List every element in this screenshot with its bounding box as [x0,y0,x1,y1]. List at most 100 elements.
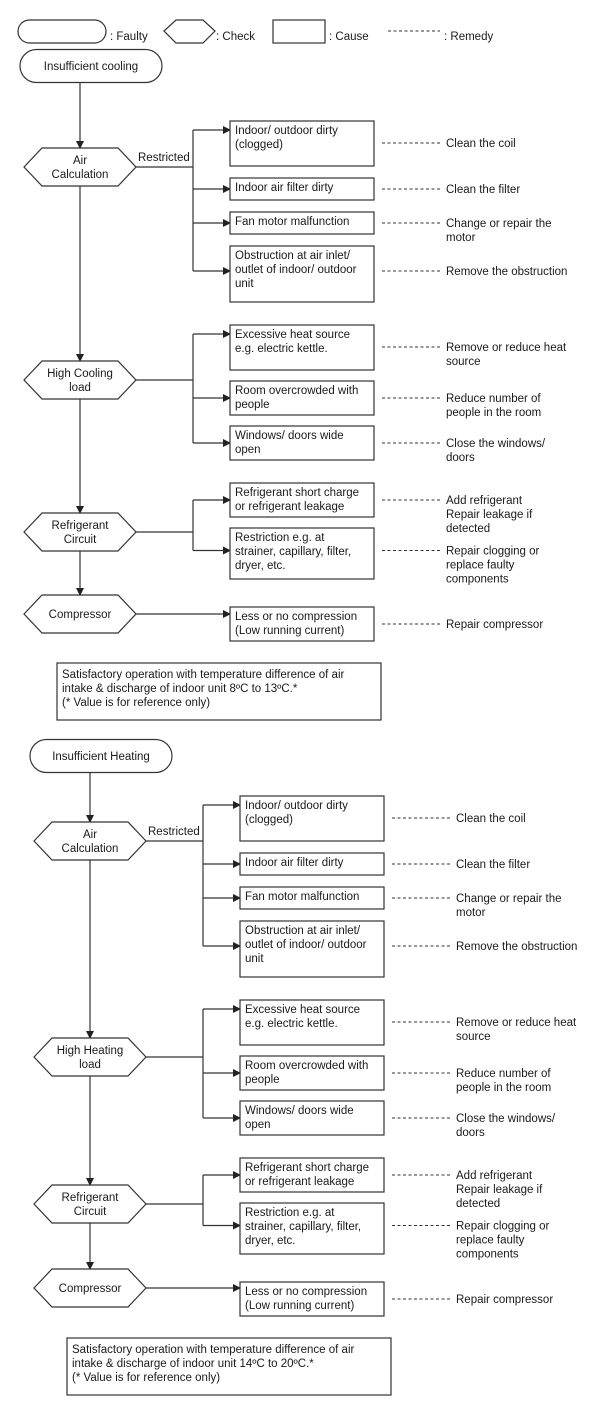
check-label: load [79,1059,101,1071]
cause-row: Room overcrowded with people Reduce number… [239,1055,551,1094]
cause-row: Windows/ doors wide open Close the windows… [239,1100,556,1139]
fault-label: Insufficient Heating [52,751,150,763]
cause-row: Restriction e.g. at strainer, capillary, … [239,1202,550,1261]
cause-row: Refrigerant short charge or refrigerant l… [239,1157,543,1210]
check-label: Calculation [52,169,109,181]
cause-text: Obstruction at air inlet/ [235,250,351,262]
cause-text: Refrigerant short charge [235,487,359,499]
cause-row: Indoor air filter dirty Clean the filter [239,852,530,876]
remedy-text: Clean the filter [456,859,530,871]
cause-text: (Low running current) [235,625,344,637]
cause-row: Fan motor malfunction Change or repair th… [229,211,551,244]
remedy-text: Repair clogging or [456,1221,550,1233]
cause-text: unit [235,278,254,290]
branch-label: Restricted [138,152,190,164]
cause-text: Excessive heat source [245,1004,360,1016]
cause-text: or refrigerant leakage [235,501,344,513]
check-label: Circuit [64,534,97,546]
cause-row: Obstruction at air inlet/outlet of indoo… [229,245,567,303]
cause-text: outlet of indoor/ outdoor [235,264,357,276]
cause-text: e.g. electric kettle. [235,343,328,355]
legend: : Faulty : Check : Cause : Remedy [17,19,493,44]
cause-text: (clogged) [235,139,283,151]
remedy-text: Repair compressor [456,1294,553,1306]
cause-text: people [235,399,270,411]
remedy-text: Close the windows/ [456,1113,556,1125]
cause-text: Less or no compression [245,1286,367,1298]
remedy-text: motor [456,907,486,919]
flow-sections: Insufficient cooling Air Calculation Restri… [19,48,577,1396]
remedy-text: Remove the obstruction [456,941,577,953]
remedy-text: Repair leakage if [456,1184,543,1196]
branch-label: Restricted [148,826,200,838]
cause-row: Indoor air filter dirty Clean the filter [229,177,520,201]
check-label: Refrigerant [62,1192,120,1204]
legend-cause-shape [272,19,326,44]
section-heating: Insufficient Heating Air Calculation Restri… [29,738,577,1396]
check-label: High Heating [57,1045,123,1057]
cause-text: strainer, capillary, filter, [235,546,351,558]
cause-text: Restriction e.g. at [235,532,325,544]
remedy-text: Add refrigerant [456,1170,533,1182]
cause-row: Windows/ doors wide open Close the windows… [229,425,546,464]
cause-text: Windows/ doors wide [235,430,344,442]
remedy-text: Clean the coil [456,813,526,825]
remedy-text: people in the room [456,1082,551,1094]
check-label: Calculation [62,843,119,855]
cause-text: open [245,1119,271,1131]
remedy-text: Repair leakage if [446,509,533,521]
check-label: Air [83,829,97,841]
check-label: Air [73,155,87,167]
note-text: (* Value is for reference only) [72,1372,220,1384]
cause-row: Less or no compression (Low running curre… [229,606,543,642]
remedy-text: detected [446,523,490,535]
cause-row: Restriction e.g. at strainer, capillary, … [229,527,540,586]
note-text: Satisfactory operation with temperature … [62,669,344,681]
note-text: (* Value is for reference only) [62,697,210,709]
cause-text: Indoor air filter dirty [235,182,334,194]
remedy-text: doors [446,452,475,464]
remedy-text: doors [456,1127,485,1139]
remedy-text: Add refrigerant [446,495,523,507]
cause-text: dryer, etc. [245,1235,296,1247]
cause-text: or refrigerant leakage [245,1176,354,1188]
remedy-text: Close the windows/ [446,438,546,450]
remedy-text: Repair compressor [446,619,543,631]
note-text: intake & discharge of indoor unit 14ºC t… [72,1358,314,1370]
cause-text: Windows/ doors wide [245,1105,354,1117]
legend-remedy-label: : Remedy [444,31,493,43]
cause-text: unit [245,953,264,965]
remedy-text: Remove the obstruction [446,266,567,278]
cause-text: Restriction e.g. at [245,1207,335,1219]
remedy-text: Change or repair the [456,893,561,905]
cause-text: Room overcrowded with [235,385,358,397]
remedy-text: people in the room [446,407,541,419]
legend-cause-label: : Cause [329,31,369,43]
troubleshooting-flowchart: : Faulty : Check : Cause : Remedy Insuff… [17,19,577,1396]
cause-text: outlet of indoor/ outdoor [245,939,367,951]
remedy-text: source [456,1031,491,1043]
remedy-text: detected [456,1198,500,1210]
cause-row: Indoor/ outdoor dirty (clogged) Clean the … [229,120,516,167]
remedy-text: source [446,356,481,368]
remedy-text: Reduce number of [456,1068,551,1080]
cause-text: dryer, etc. [235,560,286,572]
cause-text: people [245,1074,280,1086]
cause-row: Room overcrowded with people Reduce number… [229,380,541,419]
cause-text: open [235,444,261,456]
cause-text: Indoor air filter dirty [245,857,344,869]
check-label: High Cooling [47,368,113,380]
check-label: Circuit [74,1206,107,1218]
check-label: Compressor [49,609,112,621]
cause-row: Indoor/ outdoor dirty (clogged) Clean the … [239,795,526,842]
note-text: Satisfactory operation with temperature … [72,1344,354,1356]
remedy-text: Remove or reduce heat [446,342,567,354]
cause-row: Excessive heat source e.g. electric kettl… [229,324,567,371]
remedy-text: Repair clogging or [446,546,540,558]
cause-text: Obstruction at air inlet/ [245,925,361,937]
cause-row: Less or no compression (Low running curre… [239,1281,553,1317]
legend-check-shape [163,19,216,44]
check-label: Compressor [59,1283,122,1295]
fault-label: Insufficient cooling [44,61,138,73]
check-label: Refrigerant [52,520,110,532]
